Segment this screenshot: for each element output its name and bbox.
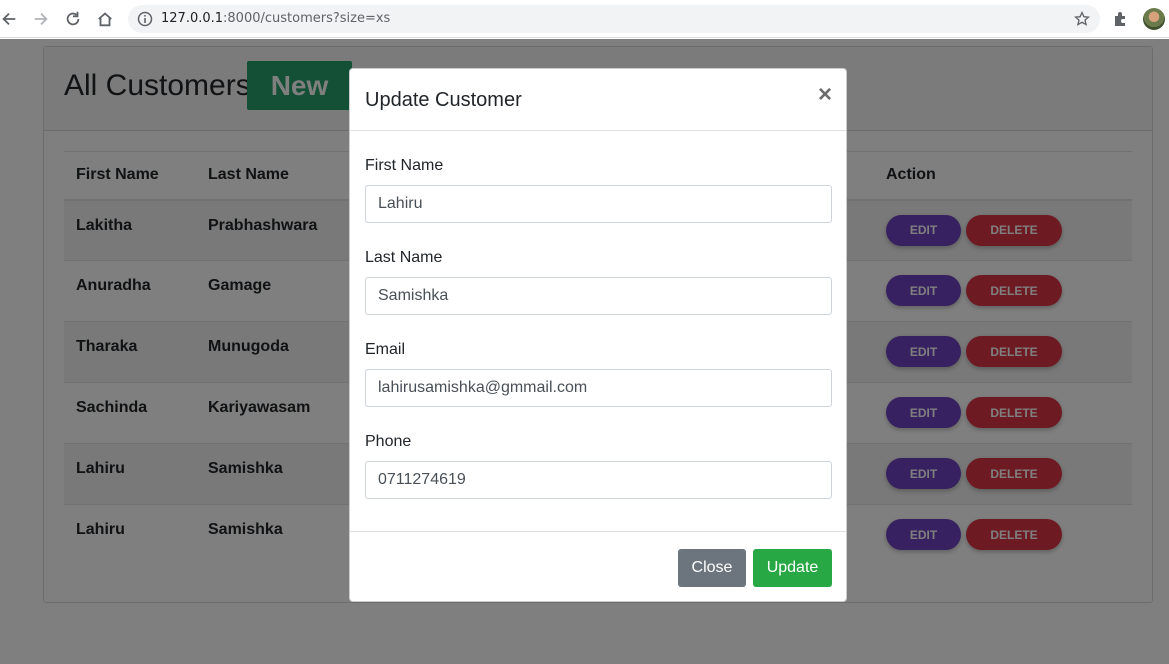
first-name-field[interactable]	[365, 185, 832, 223]
update-customer-modal: Update Customer × First Name Last Name E…	[349, 68, 847, 602]
info-icon[interactable]	[137, 11, 153, 27]
modal-title: Update Customer	[365, 89, 522, 111]
bookmark-star-icon[interactable]	[1074, 11, 1090, 27]
address-bar[interactable]: 127.0.0.1:8000/customers?size=xs	[128, 5, 1100, 33]
modal-footer: Close Update	[350, 531, 846, 603]
email-field[interactable]	[365, 369, 832, 407]
phone-field[interactable]	[365, 461, 832, 499]
back-arrow-icon[interactable]	[0, 7, 21, 31]
phone-label: Phone	[365, 433, 412, 450]
close-icon[interactable]: ×	[818, 83, 832, 107]
extensions-puzzle-icon[interactable]	[1112, 10, 1130, 28]
forward-arrow-icon[interactable]	[29, 7, 53, 31]
reload-icon[interactable]	[61, 7, 85, 31]
last-name-field[interactable]	[365, 277, 832, 315]
url-path: :8000/customers?size=xs	[223, 11, 391, 26]
url-text: 127.0.0.1:8000/customers?size=xs	[161, 11, 390, 26]
close-button[interactable]: Close	[678, 549, 746, 587]
browser-toolbar: 127.0.0.1:8000/customers?size=xs	[0, 0, 1169, 38]
last-name-label: Last Name	[365, 249, 443, 266]
url-host: 127.0.0.1	[161, 11, 224, 26]
update-button[interactable]: Update	[753, 549, 832, 587]
email-label: Email	[365, 341, 406, 358]
home-icon[interactable]	[93, 7, 117, 31]
modal-header: Update Customer ×	[350, 69, 846, 131]
profile-avatar[interactable]	[1143, 8, 1165, 30]
first-name-label: First Name	[365, 157, 444, 174]
